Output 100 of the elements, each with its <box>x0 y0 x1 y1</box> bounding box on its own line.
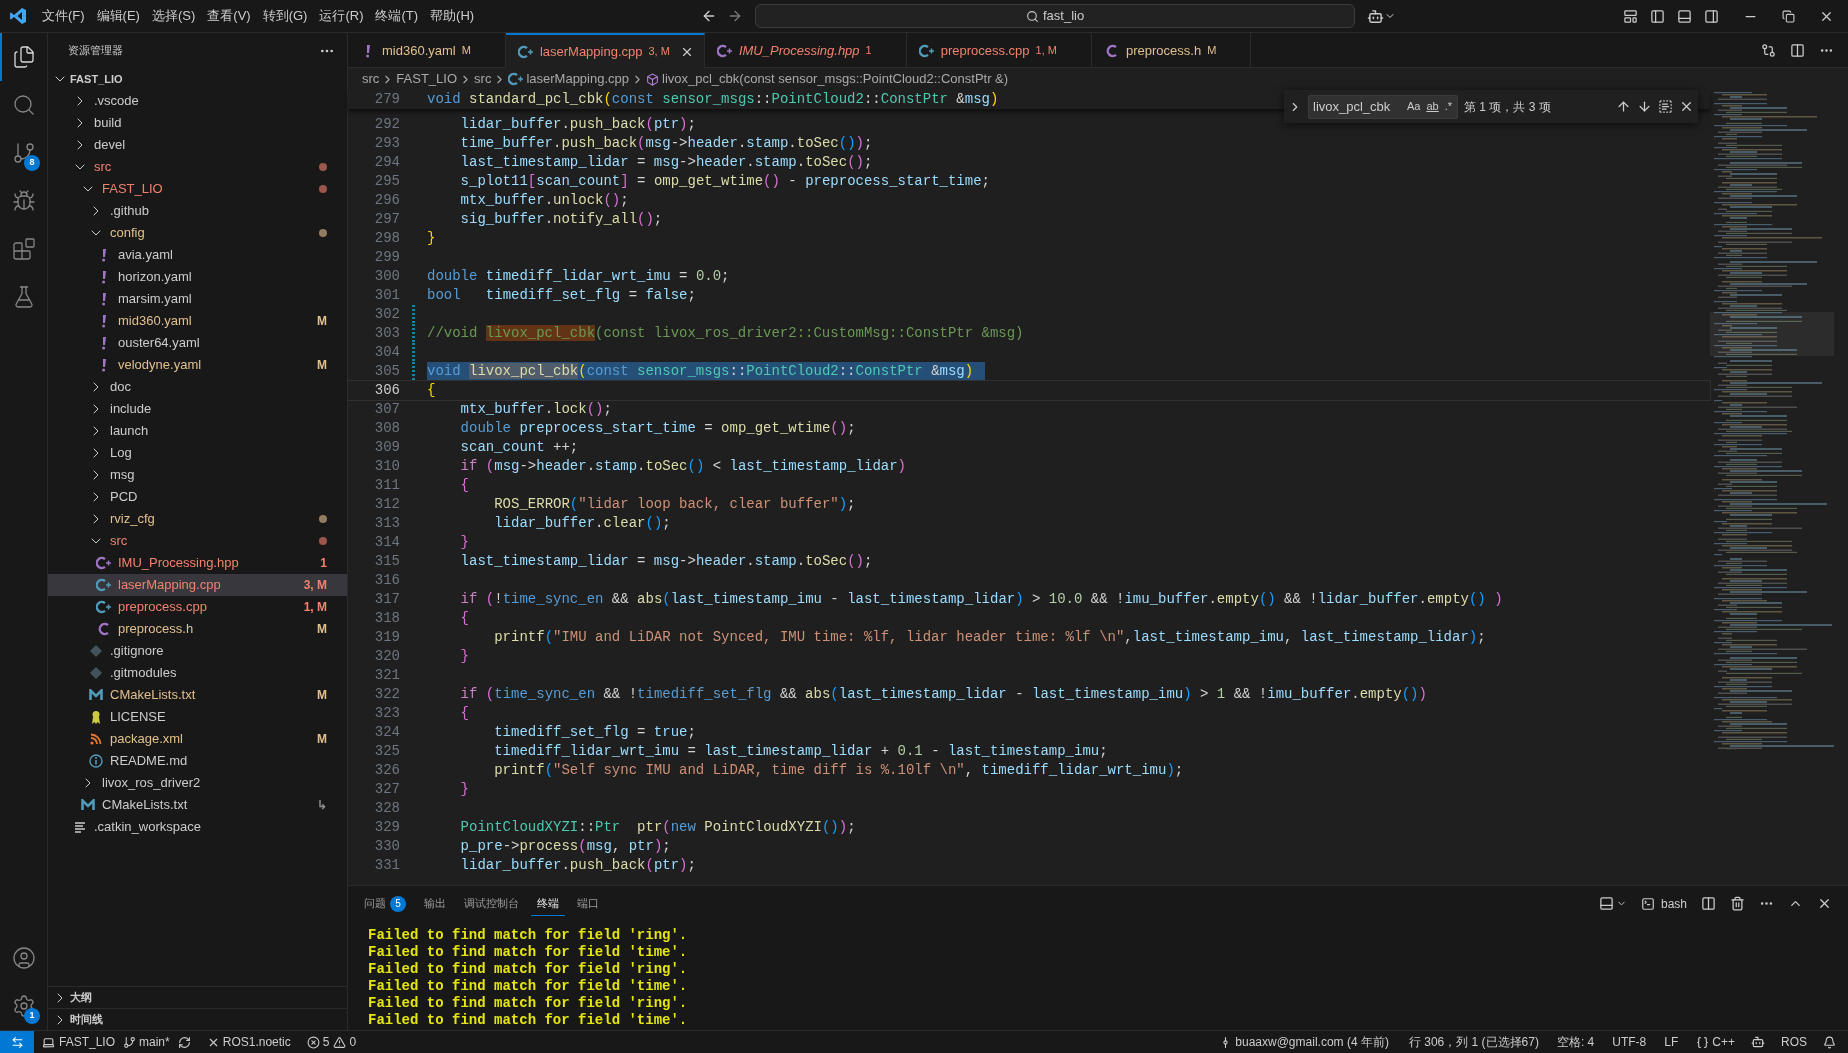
indent-label[interactable]: 空格: 4 <box>1556 1033 1595 1051</box>
folder-item[interactable]: config <box>48 222 347 244</box>
blame-label[interactable]: buaaxw@gmail.com (4 年前) <box>1235 1033 1389 1051</box>
file-item[interactable]: CMakeLists.txt M <box>48 684 347 706</box>
file-item[interactable]: velodyne.yaml M <box>48 354 347 376</box>
terminal-icon[interactable] <box>1640 896 1655 911</box>
find-in-selection-icon[interactable] <box>1658 99 1673 114</box>
file-item[interactable]: preprocess.h M <box>48 618 347 640</box>
folder-item[interactable]: FAST_LIO <box>48 178 347 200</box>
file-item[interactable]: CMakeLists.txt ↳ <box>48 794 347 816</box>
folder-item[interactable]: doc <box>48 376 347 398</box>
file-item[interactable]: horizon.yaml <box>48 266 347 288</box>
menu-item[interactable]: 选择(S) <box>145 6 202 26</box>
warning-count[interactable]: 0 <box>349 1033 357 1051</box>
find-option-toggle[interactable]: Aa <box>1405 98 1422 115</box>
ros-env-label[interactable]: ROS1.noetic <box>222 1033 291 1051</box>
editor-tab[interactable]: mid360.yaml M <box>348 33 506 68</box>
blocks-icon[interactable] <box>12 237 36 261</box>
files-icon[interactable] <box>12 45 36 69</box>
bell-icon[interactable] <box>1823 1035 1836 1049</box>
next-match-icon[interactable] <box>1637 99 1652 114</box>
eol-label[interactable]: LF <box>1664 1033 1679 1051</box>
compare-icon[interactable] <box>1761 42 1776 58</box>
trash-icon[interactable] <box>1730 896 1745 911</box>
account-icon[interactable] <box>12 946 36 970</box>
section-header[interactable]: 时间线 <box>70 1011 103 1028</box>
settings-icon[interactable] <box>12 994 36 1018</box>
flask-icon[interactable] <box>12 285 36 309</box>
file-item[interactable]: .gitignore <box>48 640 347 662</box>
panel-tab[interactable]: 输出 <box>418 891 452 916</box>
robot-icon[interactable] <box>1367 7 1385 25</box>
file-item[interactable]: laserMapping.cpp 3, M <box>48 574 347 596</box>
menu-item[interactable]: 编辑(E) <box>90 6 146 26</box>
file-item[interactable]: README.md <box>48 750 347 772</box>
find-input[interactable]: livox_pcl_cbk Aa ab .* <box>1308 94 1458 119</box>
editor-tab[interactable]: laserMapping.cpp 3, M <box>505 33 705 68</box>
panel-tab[interactable]: 端口 <box>571 891 605 916</box>
cursor-position[interactable]: 行 306，列 1 (已选择67) <box>1408 1033 1539 1051</box>
remote-button[interactable] <box>0 1031 34 1053</box>
folder-item[interactable]: livox_ros_driver2 <box>48 772 347 794</box>
file-item[interactable]: .gitmodules <box>48 662 347 684</box>
branch-label[interactable]: main* <box>139 1033 170 1051</box>
menu-item[interactable]: 查看(V) <box>201 6 257 26</box>
menu-item[interactable]: 帮助(H) <box>424 6 481 26</box>
encoding-label[interactable]: UTF-8 <box>1612 1033 1647 1051</box>
menu-item[interactable]: 运行(R) <box>313 6 370 26</box>
sidebar-toggle-icon[interactable] <box>1650 8 1665 24</box>
folder-item[interactable]: .github <box>48 200 347 222</box>
editor-tab[interactable]: IMU_Processing.hpp 1 <box>704 33 907 68</box>
panel-toggle-icon[interactable] <box>1677 8 1692 24</box>
find-option-toggle[interactable]: ab <box>1425 98 1440 115</box>
sync-icon[interactable] <box>177 1035 191 1049</box>
previous-match-icon[interactable] <box>1616 99 1631 114</box>
command-search[interactable]: fast_lio <box>755 4 1356 28</box>
menu-item[interactable]: 终端(T) <box>369 6 425 26</box>
file-item[interactable]: LICENSE <box>48 706 347 728</box>
file-item[interactable]: .catkin_workspace <box>48 816 347 838</box>
layout-icon[interactable] <box>1598 896 1614 911</box>
error-count[interactable]: 5 <box>322 1033 330 1051</box>
file-item[interactable]: IMU_Processing.hpp 1 <box>48 552 347 574</box>
breadcrumb-item[interactable]: livox_pcl_cbk(const sensor_msgs::PointCloud2::ConstPtr &) <box>662 69 1009 89</box>
folder-item[interactable]: msg <box>48 464 347 486</box>
breadcrumb-item[interactable]: laserMapping.cpp <box>526 69 629 89</box>
folder-item[interactable]: src <box>48 530 347 552</box>
language-label[interactable]: C++ <box>1712 1033 1735 1051</box>
folder-item[interactable]: src <box>48 156 347 178</box>
folder-item[interactable]: .vscode <box>48 90 347 112</box>
close-icon[interactable] <box>1817 896 1832 911</box>
file-item[interactable]: ouster64.yaml <box>48 332 347 354</box>
folder-item[interactable]: devel <box>48 134 347 156</box>
secondary-sidebar-icon[interactable] <box>1704 8 1719 24</box>
workspace-label[interactable]: FAST_LIO <box>59 1033 116 1051</box>
bug-icon[interactable] <box>12 189 36 213</box>
restore-icon[interactable] <box>1782 9 1795 23</box>
ros-label[interactable]: ROS <box>1781 1033 1807 1051</box>
menu-item[interactable]: 文件(F) <box>36 6 91 26</box>
split-editor-icon[interactable] <box>1790 42 1805 58</box>
folder-item[interactable]: build <box>48 112 347 134</box>
panel-tab[interactable]: 调试控制台 <box>458 891 525 916</box>
minimap[interactable] <box>1710 90 1834 750</box>
branch-icon[interactable] <box>12 141 36 165</box>
file-item[interactable]: preprocess.cpp 1, M <box>48 596 347 618</box>
file-item[interactable]: avia.yaml <box>48 244 347 266</box>
editor-tab[interactable]: preprocess.h M <box>1092 33 1252 68</box>
layout-icon[interactable] <box>1623 8 1638 24</box>
split-terminal-icon[interactable] <box>1701 896 1716 911</box>
menu-item[interactable]: 转到(G) <box>256 6 314 26</box>
file-item[interactable]: package.xml M <box>48 728 347 750</box>
folder-item[interactable]: rviz_cfg <box>48 508 347 530</box>
folder-item[interactable]: launch <box>48 420 347 442</box>
folder-item[interactable]: Log <box>48 442 347 464</box>
shell-label[interactable]: bash <box>1660 894 1687 913</box>
panel-tab[interactable]: 问题 5 <box>358 891 412 916</box>
breadcrumb-item[interactable]: src <box>474 69 492 89</box>
breadcrumb-item[interactable]: FAST_LIO <box>396 69 458 89</box>
robot-icon[interactable] <box>1751 1035 1765 1049</box>
find-option-toggle[interactable]: .* <box>1443 98 1453 115</box>
panel-tab[interactable]: 终端 <box>531 891 565 916</box>
file-item[interactable]: mid360.yaml M <box>48 310 347 332</box>
breadcrumb-item[interactable]: src <box>362 69 380 89</box>
